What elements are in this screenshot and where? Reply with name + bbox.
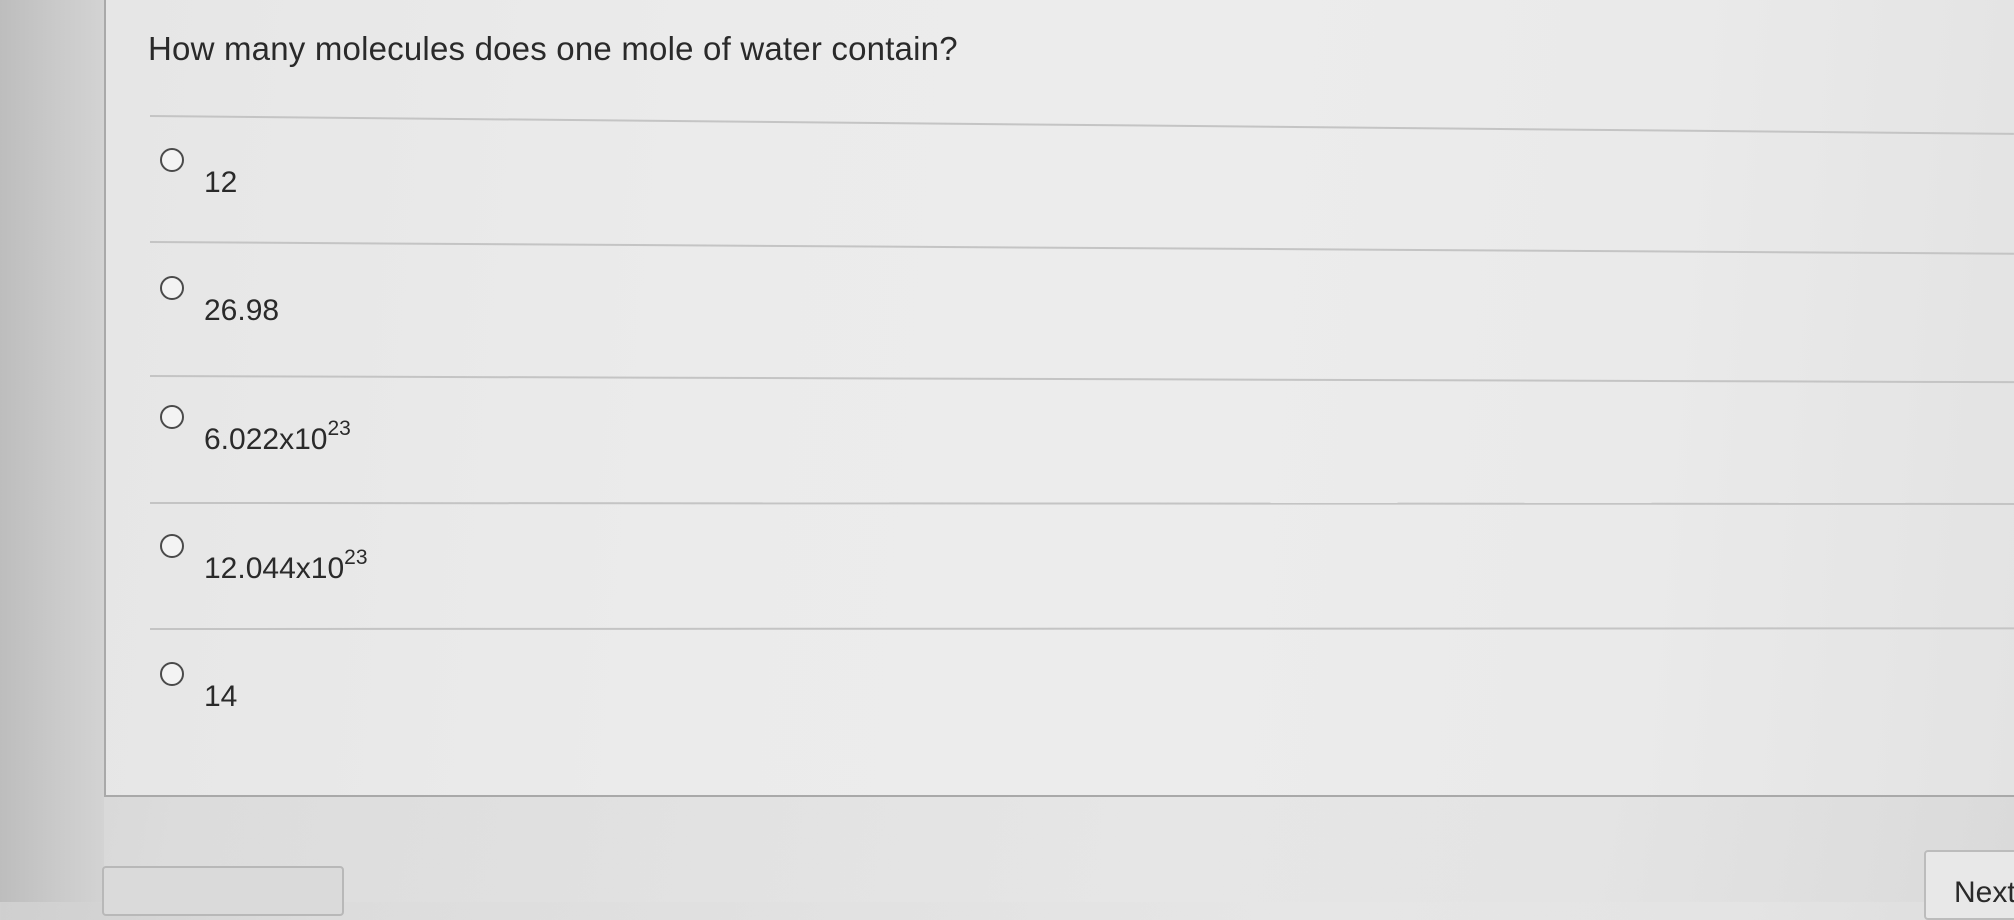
answer-option-label: 6.022x1023 [204,417,351,456]
radio-button[interactable] [160,405,184,429]
answer-option-3[interactable]: 6.022x1023 [160,405,351,465]
next-button[interactable]: Next [1924,850,2014,920]
question-panel [104,0,2014,797]
answer-option-5[interactable]: 14 [160,662,237,722]
answer-option-label: 12.044x1023 [204,546,368,585]
radio-button[interactable] [160,534,184,558]
answer-option-label: 26.98 [204,294,280,327]
radio-button[interactable] [160,148,184,172]
answer-option-label: 14 [204,680,238,713]
answer-option-1[interactable]: 12 [160,148,237,208]
question-text: How many molecules does one mole of wate… [148,30,958,67]
answer-option-label: 12 [204,166,238,199]
answer-option-2[interactable]: 26.98 [160,276,279,336]
radio-button[interactable] [160,276,184,300]
previous-button[interactable] [102,866,344,916]
page-left-margin [0,0,104,902]
radio-button[interactable] [160,662,184,686]
answer-option-4[interactable]: 12.044x1023 [160,534,368,594]
